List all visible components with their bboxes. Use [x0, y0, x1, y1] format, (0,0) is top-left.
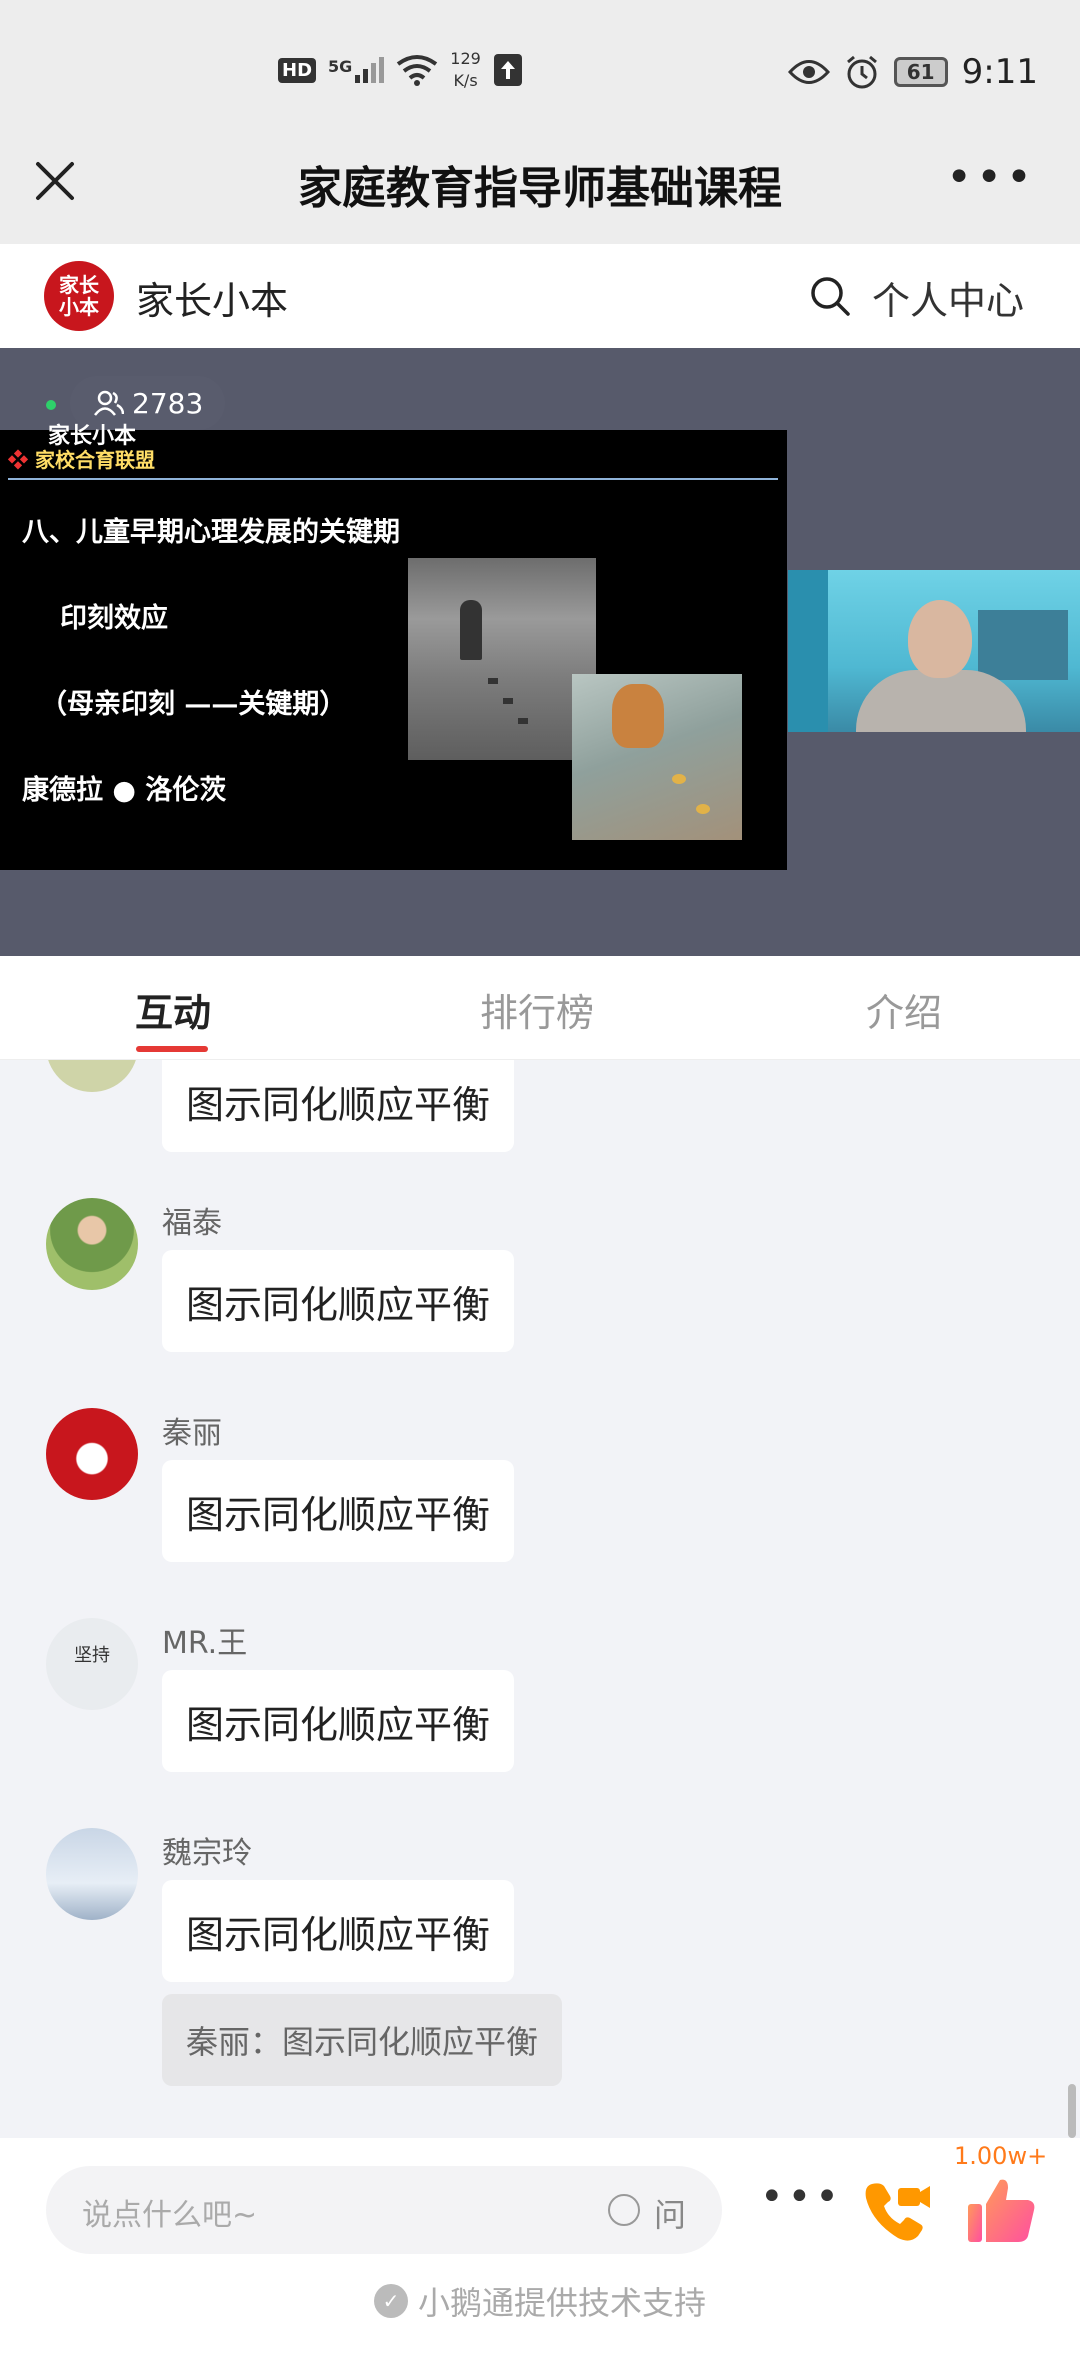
quoted-reply: 秦丽：图示同化顺应平衡 — [162, 1994, 563, 2086]
net-speed-unit: K/s — [453, 71, 478, 90]
chat-bubble: 图示同化顺应平衡 — [162, 1670, 515, 1772]
slide-heading: 八、儿童早期心理发展的关键期 — [22, 517, 400, 548]
tab-bar: 互动 排行榜 介绍 — [0, 956, 1080, 1060]
presentation-slide: 家长小本 ❖ 家校合育联盟 八、儿童早期心理发展的关键期 印刻效应 （母亲印刻 … — [0, 424, 787, 870]
user-name: 秦丽 — [162, 1416, 222, 1451]
bird-logo-icon: ❖ — [8, 448, 28, 472]
tech-support-footer: ✓ 小鹅通提供技术支持 — [0, 2278, 1080, 2324]
user-name: 魏宗玲 — [162, 1836, 252, 1871]
chat-bubble: 图示同化顺应平衡 — [162, 1460, 515, 1562]
bottom-input-bar: 说点什么吧~ 问 ••• 1.00w+ ✓ 小鹅通提供技术支持 — [0, 2138, 1080, 2376]
user-name: MR.王 — [162, 1626, 248, 1661]
user-avatar[interactable] — [46, 1198, 138, 1290]
eye-icon — [787, 60, 830, 84]
user-center-link[interactable]: 个人中心 — [872, 270, 1024, 325]
chat-list[interactable]: 图示同化顺应平衡 福泰 图示同化顺应平衡 秦丽 图示同化顺应平衡 坚持 MR.王… — [0, 1060, 1080, 2138]
user-avatar[interactable] — [46, 1060, 138, 1092]
net-speed-value: 129 — [450, 49, 481, 68]
user-avatar[interactable] — [46, 1408, 138, 1500]
slide-photo-goslings — [408, 558, 596, 760]
viewer-count: 2783 — [132, 386, 204, 420]
more-actions-icon[interactable]: ••• — [760, 2174, 843, 2220]
tab-leaderboard[interactable]: 排行榜 — [480, 982, 594, 1037]
avatar-text: 坚持 — [74, 1645, 110, 1666]
live-video-player[interactable]: 2783 家长小本 ❖ 家校合育联盟 八、儿童早期心理发展的关键期 印刻效应 （… — [0, 348, 1080, 956]
comment-input[interactable]: 说点什么吧~ 问 — [46, 2166, 722, 2254]
slide-org-text: 家校合育联盟 — [34, 448, 155, 472]
upload-icon — [493, 54, 522, 86]
tab-interaction[interactable]: 互动 — [135, 982, 211, 1037]
active-tab-indicator — [136, 1046, 208, 1052]
ask-question-radio[interactable] — [608, 2194, 640, 2226]
xiaoe-logo-icon: ✓ — [373, 2284, 408, 2318]
scrollbar[interactable] — [1068, 2084, 1076, 2138]
slide-line-2: （母亲印刻 ——关键期） — [40, 689, 347, 720]
page-title: 家庭教育指导师基础课程 — [298, 163, 782, 214]
network-type: 5G — [328, 57, 353, 76]
comment-placeholder: 说点什么吧~ — [82, 2198, 258, 2233]
live-indicator — [46, 400, 56, 410]
channel-header: 家长小本 家长小本 个人中心 — [0, 244, 1080, 348]
like-count: 1.00w+ — [954, 2142, 1048, 2170]
clock: 9:11 — [961, 52, 1038, 92]
slide-org: ❖ 家校合育联盟 — [8, 444, 155, 473]
presenter-head — [908, 600, 972, 678]
hd-badge: HD — [278, 57, 317, 83]
tab-intro[interactable]: 介绍 — [866, 982, 942, 1037]
search-icon[interactable] — [808, 274, 852, 318]
user-avatar[interactable]: 坚持 — [46, 1618, 138, 1710]
chat-bubble: 图示同化顺应平衡 — [162, 1880, 515, 1982]
slide-line-1: 印刻效应 — [60, 603, 168, 634]
video-call-icon[interactable] — [858, 2176, 932, 2250]
users-icon — [94, 390, 124, 416]
battery-level: 61 — [906, 60, 935, 84]
net-speed: 129 K/s — [450, 48, 481, 92]
wifi-icon — [397, 55, 438, 86]
channel-name[interactable]: 家长小本 — [136, 270, 288, 325]
ask-question-label[interactable]: 问 — [654, 2190, 686, 2236]
more-options-icon[interactable]: ••• — [946, 156, 1036, 200]
chat-bubble: 图示同化顺应平衡 — [162, 1250, 515, 1352]
title-bar: 家庭教育指导师基础课程 ••• — [0, 138, 1080, 244]
status-bar: HD 5G 129 K/s 61 9:11 — [0, 0, 1080, 138]
channel-logo-text: 家长小本 — [59, 273, 99, 319]
status-left: HD 5G 129 K/s — [278, 48, 523, 92]
slide-line-3: 康德拉 ● 洛伦茨 — [22, 775, 227, 806]
user-avatar[interactable] — [46, 1828, 138, 1920]
signal-icon: 5G — [328, 57, 385, 83]
status-right: 61 9:11 — [787, 52, 1038, 92]
chat-bubble: 图示同化顺应平衡 — [162, 1060, 515, 1152]
thumbs-up-icon[interactable] — [964, 2174, 1038, 2248]
user-name: 福泰 — [162, 1206, 222, 1241]
alarm-icon — [846, 55, 877, 89]
slide-divider — [8, 478, 778, 480]
presenter-camera[interactable] — [788, 570, 1080, 732]
channel-logo[interactable]: 家长小本 — [44, 261, 114, 331]
slide-photo-dog-ducklings — [572, 674, 742, 840]
tech-support-text: 小鹅通提供技术支持 — [417, 2284, 706, 2322]
battery-icon: 61 — [893, 57, 948, 87]
